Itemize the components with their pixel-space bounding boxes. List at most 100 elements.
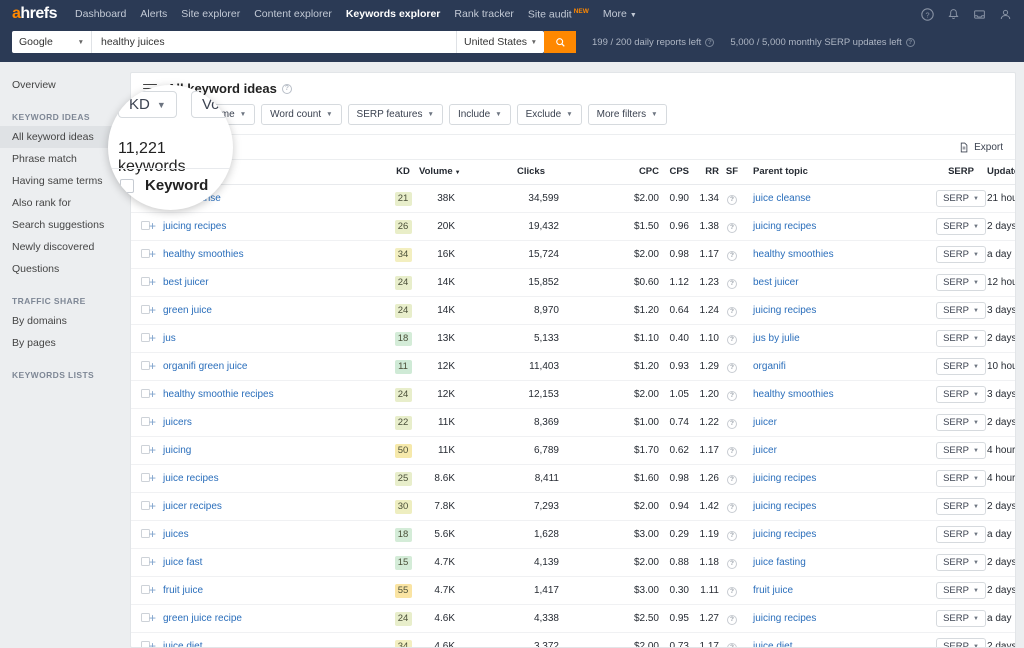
nav-link-alerts[interactable]: Alerts — [140, 8, 167, 20]
parent-topic-link[interactable]: juicer — [753, 417, 777, 428]
lens-kd-filter[interactable]: KD ▼ — [118, 91, 177, 118]
plus-icon[interactable]: + — [149, 303, 156, 317]
user-icon[interactable] — [999, 8, 1012, 21]
ahrefs-logo[interactable]: ahrefs — [12, 5, 57, 23]
plus-icon[interactable]: + — [149, 555, 156, 569]
plus-icon[interactable]: + — [149, 331, 156, 345]
keyword-link[interactable]: juice fast — [163, 557, 202, 568]
parent-topic-link[interactable]: juicing recipes — [753, 501, 816, 512]
sf-info-icon[interactable]: ? — [727, 335, 737, 345]
serp-button[interactable]: SERP▼ — [936, 526, 986, 543]
sf-info-icon[interactable]: ? — [727, 559, 737, 569]
bell-icon[interactable] — [947, 8, 960, 21]
sidebar-item-newly-discovered[interactable]: Newly discovered — [0, 236, 130, 258]
serp-button[interactable]: SERP▼ — [936, 302, 986, 319]
sf-info-icon[interactable]: ? — [727, 475, 737, 485]
serp-button[interactable]: SERP▼ — [936, 498, 986, 515]
parent-topic-link[interactable]: juicing recipes — [753, 473, 816, 484]
keyword-link[interactable]: organifi green juice — [163, 361, 248, 372]
serp-button[interactable]: SERP▼ — [936, 190, 986, 207]
plus-icon[interactable]: + — [149, 527, 156, 541]
keyword-link[interactable]: green juice recipe — [163, 613, 242, 624]
parent-topic-link[interactable]: juice diet — [753, 641, 792, 647]
plus-icon[interactable]: + — [149, 443, 156, 457]
serp-button[interactable]: SERP▼ — [936, 246, 986, 263]
nav-link-keywords-explorer[interactable]: Keywords explorer — [346, 8, 441, 20]
sf-info-icon[interactable]: ? — [727, 503, 737, 513]
th-parent-topic[interactable]: Parent topic — [745, 160, 935, 185]
serp-button[interactable]: SERP▼ — [936, 274, 986, 291]
th-rr[interactable]: RR — [689, 160, 719, 185]
parent-topic-link[interactable]: juicing recipes — [753, 221, 816, 232]
lens-select-all-checkbox[interactable] — [120, 179, 134, 193]
plus-icon[interactable]: + — [149, 387, 156, 401]
sf-info-icon[interactable]: ? — [727, 615, 737, 625]
info-icon[interactable]: ? — [906, 38, 915, 47]
keyword-link[interactable]: juicers — [163, 417, 192, 428]
serp-button[interactable]: SERP▼ — [936, 470, 986, 487]
nav-link-site-audit[interactable]: Site auditNEW — [528, 8, 589, 21]
keyword-link[interactable]: juicing recipes — [163, 221, 226, 232]
sidebar-item-by-pages[interactable]: By pages — [0, 332, 130, 354]
parent-topic-link[interactable]: fruit juice — [753, 585, 793, 596]
nav-link-content-explorer[interactable]: Content explorer — [254, 8, 332, 20]
plus-icon[interactable]: + — [149, 639, 156, 647]
serp-button[interactable]: SERP▼ — [936, 218, 986, 235]
sf-info-icon[interactable]: ? — [727, 447, 737, 457]
keyword-link[interactable]: juices — [163, 529, 189, 540]
filter-exclude[interactable]: Exclude▼ — [517, 104, 582, 125]
sf-info-icon[interactable]: ? — [727, 587, 737, 597]
keyword-link[interactable]: healthy smoothies — [163, 249, 244, 260]
sidebar-item-by-domains[interactable]: By domains — [0, 310, 130, 332]
keyword-link[interactable]: juice diet — [163, 641, 202, 647]
keyword-link[interactable]: juice recipes — [163, 473, 219, 484]
th-volume[interactable]: Volume▼ — [419, 160, 455, 185]
sidebar-item-search-suggestions[interactable]: Search suggestions — [0, 214, 130, 236]
sidebar-item-questions[interactable]: Questions — [0, 258, 130, 280]
sf-info-icon[interactable]: ? — [727, 391, 737, 401]
th-sf[interactable]: SF — [719, 160, 745, 185]
th-clicks[interactable]: Clicks — [511, 160, 559, 185]
keyword-link[interactable]: juicing — [163, 445, 191, 456]
serp-button[interactable]: SERP▼ — [936, 414, 986, 431]
sf-info-icon[interactable]: ? — [727, 279, 737, 289]
serp-button[interactable]: SERP▼ — [936, 638, 986, 647]
sf-info-icon[interactable]: ? — [727, 419, 737, 429]
plus-icon[interactable]: + — [149, 499, 156, 513]
plus-icon[interactable]: + — [149, 359, 156, 373]
parent-topic-link[interactable]: organifi — [753, 361, 786, 372]
info-icon[interactable]: ? — [705, 38, 714, 47]
plus-icon[interactable]: + — [149, 415, 156, 429]
parent-topic-link[interactable]: juicing recipes — [753, 613, 816, 624]
parent-topic-link[interactable]: juice cleanse — [753, 193, 811, 204]
plus-icon[interactable]: + — [149, 247, 156, 261]
keyword-link[interactable]: jus — [163, 333, 176, 344]
th-cpc[interactable]: CPC — [621, 160, 659, 185]
sf-info-icon[interactable]: ? — [727, 643, 737, 647]
serp-button[interactable]: SERP▼ — [936, 330, 986, 347]
country-select[interactable]: United States ▼ — [456, 31, 544, 53]
plus-icon[interactable]: + — [149, 611, 156, 625]
serp-button[interactable]: SERP▼ — [936, 554, 986, 571]
serp-button[interactable]: SERP▼ — [936, 610, 986, 627]
filter-serp-features[interactable]: SERP features▼ — [348, 104, 443, 125]
keyword-link[interactable]: juicer recipes — [163, 501, 222, 512]
filter-include[interactable]: Include▼ — [449, 104, 511, 125]
plus-icon[interactable]: + — [149, 219, 156, 233]
filter-more-filters[interactable]: More filters▼ — [588, 104, 667, 125]
th-cps[interactable]: CPS — [659, 160, 689, 185]
search-button[interactable] — [544, 31, 576, 53]
help-icon[interactable]: ? — [921, 8, 934, 21]
th-kd[interactable]: KD — [387, 160, 419, 185]
nav-link-more[interactable]: More▼ — [603, 8, 637, 20]
plus-icon[interactable]: + — [149, 471, 156, 485]
keyword-link[interactable]: fruit juice — [163, 585, 203, 596]
search-engine-select[interactable]: Google ▼ — [12, 31, 92, 53]
sf-info-icon[interactable]: ? — [727, 363, 737, 373]
nav-link-site-explorer[interactable]: Site explorer — [181, 8, 240, 20]
parent-topic-link[interactable]: jus by julie — [753, 333, 800, 344]
parent-topic-link[interactable]: juicing recipes — [753, 305, 816, 316]
keyword-link[interactable]: best juicer — [163, 277, 209, 288]
parent-topic-link[interactable]: juice fasting — [753, 557, 806, 568]
sf-info-icon[interactable]: ? — [727, 195, 737, 205]
